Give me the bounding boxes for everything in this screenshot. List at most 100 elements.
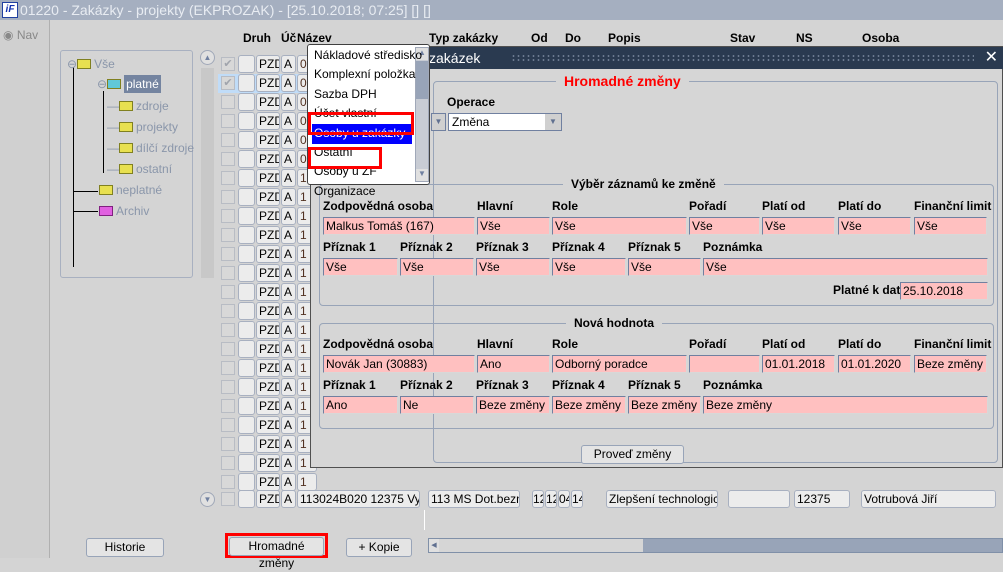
table-row[interactable]: PZD A 1 bbox=[218, 378, 317, 397]
field-input[interactable]: Beze změny bbox=[552, 396, 626, 414]
row-cell-uc[interactable]: A bbox=[281, 55, 296, 73]
field-input[interactable]: Vše bbox=[323, 258, 398, 276]
apply-changes-button[interactable]: Proveď změny bbox=[581, 445, 684, 464]
row-cell-uc[interactable]: A bbox=[281, 74, 296, 92]
row-cell-blank[interactable] bbox=[238, 188, 255, 206]
row-cell-uc[interactable]: A bbox=[281, 397, 296, 415]
row-checkbox[interactable] bbox=[221, 228, 235, 242]
table-row[interactable]: PZD A 1 bbox=[218, 397, 317, 416]
row-cell-uc[interactable]: A bbox=[281, 169, 296, 187]
row-cell-blank[interactable] bbox=[238, 55, 255, 73]
field-input[interactable]: Vše bbox=[552, 217, 687, 235]
table-row[interactable]: PZD A 1 bbox=[218, 226, 317, 245]
copy-button[interactable]: + Kopie bbox=[346, 538, 412, 557]
scroll-down-icon[interactable]: ▼ bbox=[416, 169, 428, 181]
field-input[interactable]: Vše bbox=[689, 217, 760, 235]
header-popis[interactable]: Popis bbox=[608, 31, 641, 45]
field-input[interactable]: Odborný poradce bbox=[552, 355, 687, 373]
row-cell-blank[interactable] bbox=[238, 435, 255, 453]
row-cell-blank[interactable] bbox=[238, 264, 255, 282]
tree-node-platne[interactable]: ⊖ platné bbox=[97, 75, 161, 93]
row-cell-druh[interactable]: PZD bbox=[256, 112, 280, 130]
row-checkbox[interactable] bbox=[221, 456, 235, 470]
row-cell-uc[interactable]: A bbox=[281, 454, 296, 472]
row-cell-druh[interactable]: PZD bbox=[256, 264, 280, 282]
table-row[interactable]: PZD A 1 bbox=[218, 340, 317, 359]
field-input[interactable]: Ne bbox=[400, 396, 474, 414]
row-cell-blank[interactable] bbox=[238, 490, 255, 508]
row-cell-uc[interactable]: A bbox=[281, 340, 296, 358]
row-checkbox[interactable] bbox=[221, 492, 235, 506]
row-cell-blank[interactable] bbox=[238, 397, 255, 415]
date-field[interactable]: 25.10.2018 bbox=[900, 282, 988, 300]
scroll-left-icon[interactable]: ◀ bbox=[429, 539, 439, 552]
table-row[interactable]: PZD A 1 bbox=[218, 416, 317, 435]
row-cell-druh[interactable]: PZD bbox=[256, 454, 280, 472]
table-row[interactable]: ✔ PZD A 0 bbox=[218, 55, 317, 74]
row-cell-uc[interactable]: A bbox=[281, 245, 296, 263]
left-combo[interactable]: ▼ bbox=[431, 113, 446, 131]
scroll-thumb[interactable] bbox=[416, 61, 428, 99]
row-cell-uc[interactable]: A bbox=[281, 283, 296, 301]
field-input[interactable]: Vše bbox=[477, 217, 550, 235]
row-cell-blank[interactable] bbox=[238, 207, 255, 225]
row-checkbox[interactable] bbox=[221, 437, 235, 451]
row-cell-druh[interactable]: PZD bbox=[256, 490, 280, 508]
row-cell-druh[interactable]: PZD bbox=[256, 131, 280, 149]
table-row[interactable]: PZD A 1 bbox=[218, 454, 317, 473]
popup-item[interactable]: Komplexní položka bbox=[312, 65, 415, 85]
row-cell-uc[interactable]: A bbox=[281, 378, 296, 396]
row-cell-blank[interactable] bbox=[238, 226, 255, 244]
scroll-up-icon[interactable]: ▲ bbox=[200, 50, 215, 65]
row-cell-typ[interactable]: 113 MS Dot.bezna bbox=[428, 490, 520, 508]
field-input[interactable]: 01.01.2020 bbox=[838, 355, 911, 373]
row-cell-blank[interactable] bbox=[238, 93, 255, 111]
row-cell-do2[interactable]: 14 bbox=[571, 490, 583, 508]
row-cell-osoba[interactable]: Votrubová Jiří bbox=[861, 490, 996, 508]
row-checkbox[interactable] bbox=[221, 380, 235, 394]
header-ns[interactable]: NS bbox=[796, 31, 813, 45]
row-checkbox[interactable]: ✔ bbox=[221, 76, 235, 90]
row-cell-blank[interactable] bbox=[238, 416, 255, 434]
row-cell-od[interactable]: 12 bbox=[532, 490, 544, 508]
row-cell-stav[interactable] bbox=[728, 490, 790, 508]
row-checkbox[interactable] bbox=[221, 152, 235, 166]
row-cell-blank[interactable] bbox=[238, 150, 255, 168]
row-cell-blank[interactable] bbox=[238, 112, 255, 130]
mass-change-button[interactable]: Hromadné změny bbox=[229, 537, 324, 570]
popup-item[interactable]: Organizace bbox=[312, 182, 375, 202]
row-cell-druh[interactable]: PZD bbox=[256, 226, 280, 244]
row-cell-od2[interactable]: 12 bbox=[545, 490, 557, 508]
row-cell-druh[interactable]: PZD bbox=[256, 302, 280, 320]
row-cell-blank[interactable] bbox=[238, 340, 255, 358]
history-button[interactable]: Historie bbox=[86, 538, 164, 557]
table-row[interactable]: PZD A 1 bbox=[218, 359, 317, 378]
row-cell-druh[interactable]: PZD bbox=[256, 435, 280, 453]
field-input[interactable]: Beze změny bbox=[703, 396, 988, 414]
tree-node-projekty[interactable]: — projekty bbox=[107, 120, 178, 134]
row-cell-druh[interactable]: PZD bbox=[256, 55, 280, 73]
row-cell-popis[interactable]: Zlepšení technologické bbox=[606, 490, 718, 508]
row-cell-nazev[interactable]: 1 bbox=[297, 473, 317, 491]
row-cell-druh[interactable]: PZD bbox=[256, 74, 280, 92]
row-checkbox[interactable] bbox=[221, 209, 235, 223]
table-row[interactable]: PZD A 1 bbox=[218, 245, 317, 264]
row-cell-uc[interactable]: A bbox=[281, 131, 296, 149]
row-checkbox[interactable] bbox=[221, 304, 235, 318]
row-cell-uc[interactable]: A bbox=[281, 207, 296, 225]
header-osoba[interactable]: Osoba bbox=[862, 31, 899, 45]
row-cell-uc[interactable]: A bbox=[281, 93, 296, 111]
row-cell-druh[interactable]: PZD bbox=[256, 188, 280, 206]
row-cell-blank[interactable] bbox=[238, 74, 255, 92]
row-cell-blank[interactable] bbox=[238, 169, 255, 187]
row-cell-uc[interactable]: A bbox=[281, 264, 296, 282]
header-druh[interactable]: Druh bbox=[243, 31, 271, 45]
row-cell-druh[interactable]: PZD bbox=[256, 359, 280, 377]
row-checkbox[interactable] bbox=[221, 171, 235, 185]
row-cell-druh[interactable]: PZD bbox=[256, 340, 280, 358]
table-row[interactable]: PZD A 0 bbox=[218, 112, 317, 131]
row-cell-uc[interactable]: A bbox=[281, 302, 296, 320]
field-input[interactable]: Beze změny bbox=[628, 396, 701, 414]
field-input[interactable] bbox=[689, 355, 760, 373]
row-cell-druh[interactable]: PZD bbox=[256, 397, 280, 415]
